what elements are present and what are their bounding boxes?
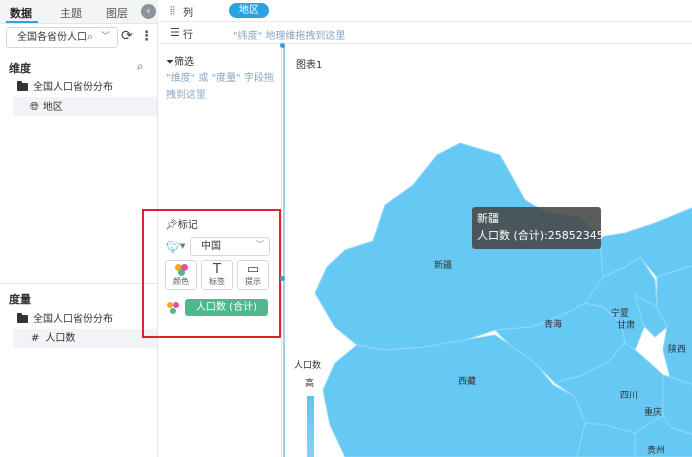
filter-icon: ⏷ (166, 57, 174, 68)
province-label-shaanxi: 陕西 (668, 342, 686, 355)
chart-canvas[interactable]: 图表1 新疆 青海 宁夏 甘肃 陕西 西藏 四川 重庆 贵州 新疆 人口数 (合… (283, 45, 692, 457)
resize-handle-left[interactable] (280, 276, 285, 281)
field-search-icon[interactable]: ⌕ (137, 59, 144, 74)
tab-theme[interactable]: 主题 (60, 5, 82, 21)
columns-icon: ⦙⦙ (170, 4, 175, 18)
measure-title: 度量 (9, 291, 31, 307)
filter-drop-hint[interactable]: "维度" 或 "度量" 字段拖拽到这里 (166, 70, 278, 104)
folder-icon (17, 83, 28, 91)
province-label-qinghai: 青海 (544, 317, 562, 330)
row-shelf[interactable]: ☰ 行 "纬度" 地理维拖拽到这里 (158, 22, 692, 44)
tab-layers[interactable]: 图层 (106, 5, 128, 21)
active-tab-indicator (6, 21, 38, 23)
legend-gradient-bar (307, 396, 314, 457)
chevron-down-icon[interactable]: ﹀ (101, 29, 110, 42)
rows-icon: ☰ (170, 26, 180, 39)
panel-tabs: 数据 主题 图层 ‹ (0, 0, 158, 24)
refresh-icon[interactable]: ⟳ (121, 28, 133, 44)
province-label-chongqing: 重庆 (644, 405, 662, 418)
legend-high-label: 高 (305, 376, 314, 389)
shelves: ⦙⦙ 列 地区 ☰ 行 "纬度" 地理维拖拽到这里 (158, 0, 692, 44)
province-label-sichuan: 四川 (620, 388, 638, 401)
row-label: 行 (183, 26, 193, 41)
tooltip-name: 新疆 (477, 211, 596, 227)
dimension-folder[interactable]: 全国人口省份分布 (0, 78, 157, 97)
tooltip-value: 人口数 (合计):25852345 (477, 227, 596, 244)
hash-icon: # (31, 333, 39, 344)
more-icon[interactable]: ⋮ (140, 29, 153, 44)
data-panel: 数据 主题 图层 ‹ 全国各省份人口 ⌕ ﹀ ⟳ ⋮ 维度 ⌕ 全国人口省份分布… (0, 0, 158, 457)
measure-field-population[interactable]: #人口数 (13, 329, 157, 348)
column-shelf[interactable]: ⦙⦙ 列 地区 (158, 0, 692, 22)
province-label-xizang: 西藏 (458, 374, 476, 387)
dimension-field-region[interactable]: 🌐︎地区 (13, 97, 157, 116)
folder-icon (17, 315, 28, 323)
tab-data[interactable]: 数据 (10, 5, 32, 21)
province-label-gansu: 甘肃 (617, 318, 635, 331)
panel-divider (0, 283, 158, 284)
province-label-guizhou: 贵州 (647, 443, 665, 456)
dimension-title: 维度 (9, 60, 31, 76)
resize-handle-top[interactable] (280, 43, 285, 48)
search-icon[interactable]: ⌕ (87, 30, 93, 44)
column-label: 列 (183, 4, 193, 19)
map-tooltip: 新疆 人口数 (合计):25852345 (472, 207, 601, 249)
filter-title: ⏷筛选 (166, 53, 194, 68)
legend-title: 人口数 (294, 358, 321, 371)
collapse-panel-icon[interactable]: ‹ (141, 4, 156, 19)
globe-icon: 🌐︎ (30, 100, 39, 113)
marks-highlight-box (142, 209, 281, 338)
column-pill-region[interactable]: 地区 (229, 3, 269, 18)
row-drop-hint: "纬度" 地理维拖拽到这里 (233, 27, 345, 42)
province-label-xinjiang: 新疆 (434, 258, 452, 271)
measure-folder[interactable]: 全国人口省份分布 (0, 310, 157, 329)
